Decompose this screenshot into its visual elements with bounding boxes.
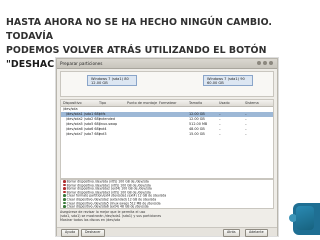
- corner-shape: [296, 206, 314, 230]
- col-format[interactable]: Formatear: [159, 100, 177, 106]
- forward-button[interactable]: Adelante: [245, 229, 268, 237]
- create-icon: [63, 201, 66, 205]
- pending-operations-list: Borrar dispositivo /dev/sda (ntfs) 100 G…: [60, 179, 274, 209]
- col-system[interactable]: Sistema: [245, 100, 259, 106]
- table-header: Dispositivo Tipo Punto de montaje Format…: [61, 100, 273, 107]
- create-icon: [63, 197, 66, 201]
- hint-line-3: Mostrar todos los discos en /dev/sda: [60, 218, 121, 222]
- help-button[interactable]: Ayuda: [61, 229, 80, 237]
- heading-line-1: HASTA AHORA NO SE HA HECHO NINGÚN CAMBIO…: [6, 17, 272, 42]
- cell-size: 15.00 GB: [189, 132, 205, 136]
- heading-line-2-text: PODEMOS VOLVER ATRÁS UTILIZANDO EL BOTÓN: [6, 45, 267, 56]
- col-device[interactable]: Dispositivo: [63, 100, 82, 106]
- partition-right-size: 60.00 GB: [207, 81, 224, 85]
- installer-window: Preparar particiones Windows 7 (sda1) 80…: [56, 58, 278, 237]
- partition-label-left: Windows 7 (sda1) 80 12.00 GB: [91, 77, 129, 85]
- minimize-icon[interactable]: [257, 61, 261, 65]
- window-titlebar: Preparar particiones: [57, 59, 277, 69]
- undo-button[interactable]: Deshacer: [81, 229, 105, 237]
- partition-table: Dispositivo Tipo Punto de montaje Format…: [60, 99, 274, 179]
- disk-map: Windows 7 (sda1) 80 12.00 GB Windows 7 (…: [60, 71, 274, 97]
- delete-icon: [63, 180, 66, 183]
- operation-text: Crear dispositivo /dev/sda7 (ext3) 15 GB…: [67, 208, 149, 209]
- cell-type: ext3: [99, 132, 107, 136]
- table-body: /dev/sda/dev/sda1 (sda1 68) ntfs 12.00 GB –…: [61, 107, 273, 137]
- cell-system: –: [245, 132, 247, 136]
- cell-device: /dev/sda7 (sda7 68): [66, 132, 100, 136]
- window-footer: Ayuda Deshacer Atrás Adelante: [57, 227, 277, 237]
- partition-label-right: Windows 7 (sda1) 90 60.00 GB: [207, 77, 245, 85]
- delete-icon: [63, 187, 66, 190]
- window-title: Preparar particiones: [60, 61, 103, 66]
- col-type[interactable]: Tipo: [99, 100, 106, 106]
- create-icon: [63, 205, 66, 208]
- col-mount[interactable]: Punto de montaje: [127, 100, 157, 106]
- table-row[interactable]: /dev/sda7 (sda7 68) ext3 15.00 GB – –: [61, 132, 273, 137]
- maximize-icon[interactable]: [263, 61, 267, 65]
- close-icon[interactable]: [269, 61, 273, 65]
- hint-text: Asegúrese de revisar lo mejor que le per…: [60, 210, 272, 222]
- create-icon: [63, 194, 66, 197]
- col-used[interactable]: Usado: [219, 100, 230, 106]
- col-size[interactable]: Tamaño: [189, 100, 202, 106]
- slide-corner-decoration: [289, 203, 320, 235]
- cell-used: –: [219, 132, 221, 136]
- delete-icon: [63, 190, 66, 194]
- back-button[interactable]: Atrás: [223, 229, 240, 237]
- delete-icon: [63, 183, 66, 187]
- partition-left-size: 12.00 GB: [91, 81, 108, 85]
